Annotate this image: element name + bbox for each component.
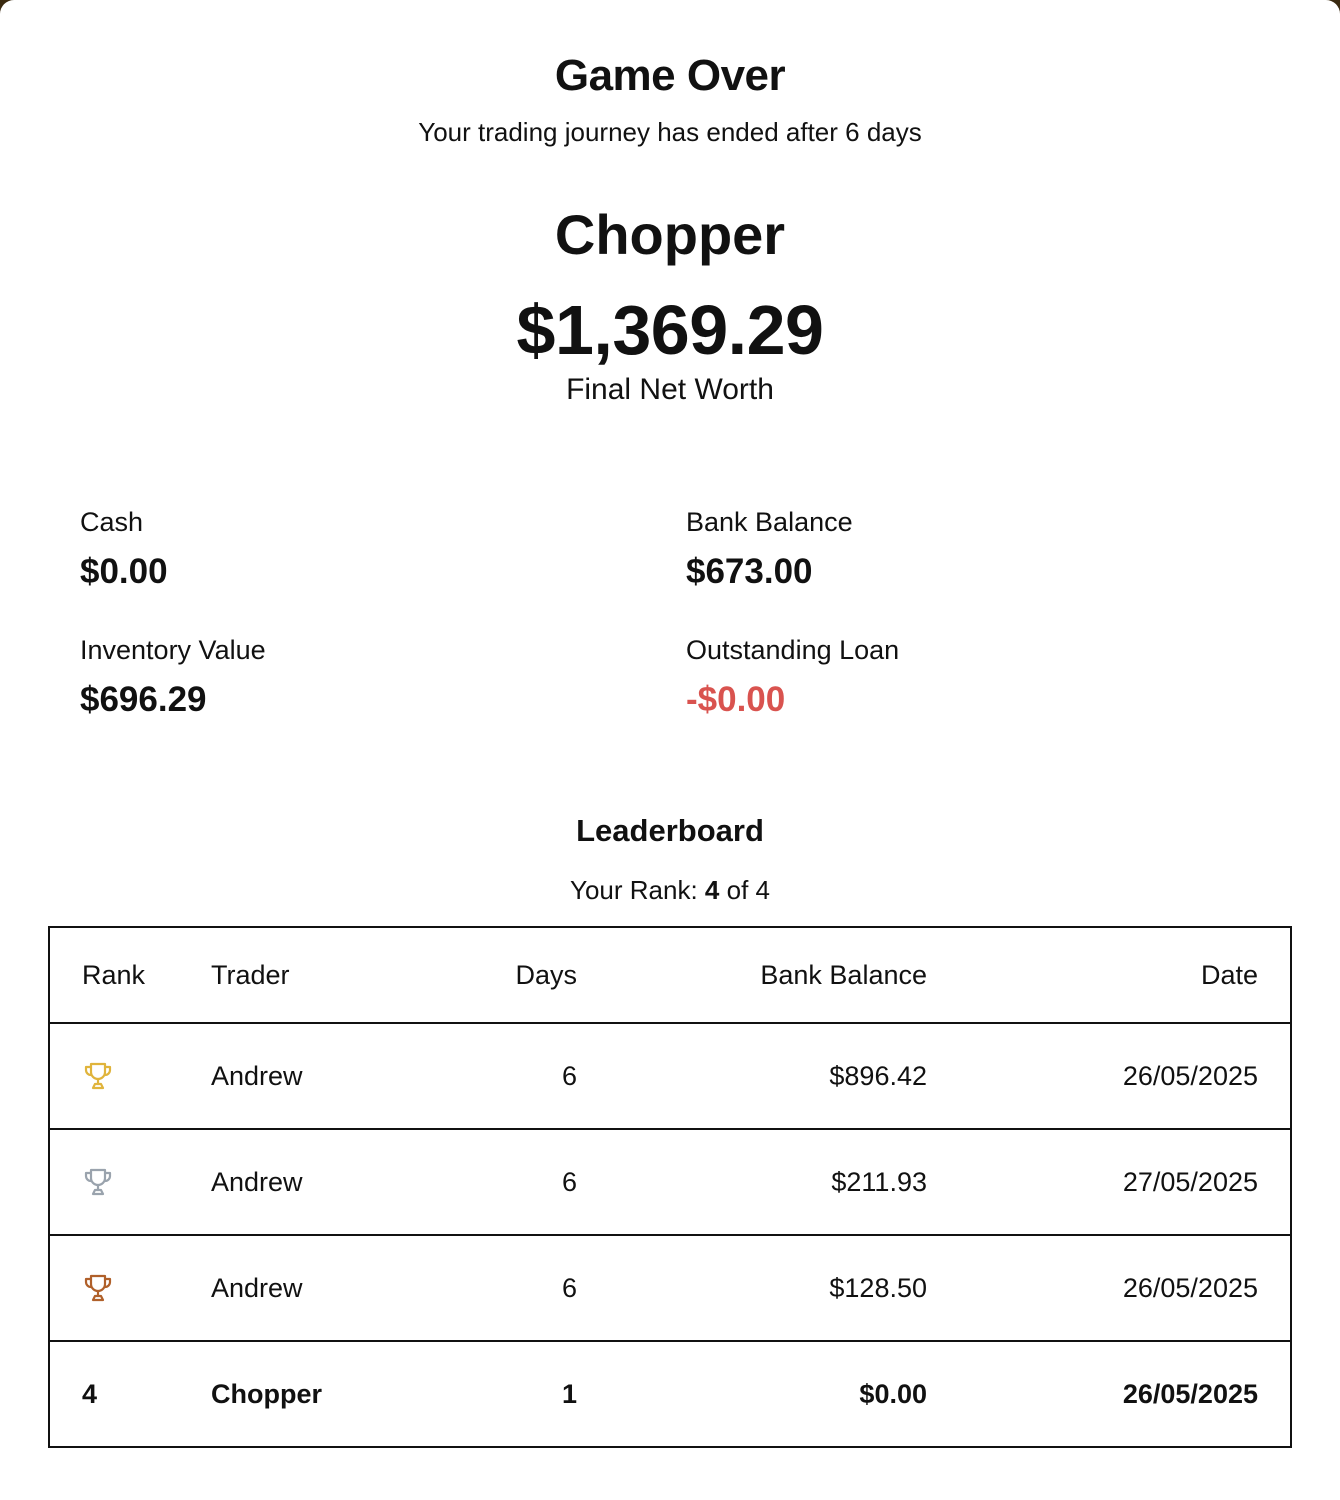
column-header-days: Days [515,959,577,990]
stat-inventory-value: $696.29 [80,680,207,719]
stat-cash: Cash $0.00 [80,505,640,593]
leaderboard-title: Leaderboard [576,813,764,848]
date-cell: 27/05/2025 [1122,1166,1258,1197]
trader-cell: Chopper [211,1378,322,1409]
stat-cash-value: $0.00 [80,552,168,591]
stat-outstanding-loan: Outstanding Loan -$0.00 [686,633,1246,721]
bank-cell: $211.93 [831,1166,927,1197]
column-header-trader: Trader [211,959,290,990]
table-row: Andrew 6 $128.50 26/05/2025 [49,1235,1291,1341]
stat-cash-label: Cash [80,507,144,537]
table-row-current-player: 4 Chopper 1 $0.00 26/05/2025 [49,1341,1291,1447]
days-cell: 6 [561,1166,577,1197]
column-header-bank-balance: Bank Balance [760,959,927,990]
game-over-card: Game Over Your trading journey has ended… [0,0,1340,1500]
your-rank-prefix: Your Rank: [570,875,698,905]
trader-cell: Andrew [211,1060,303,1091]
column-header-date: Date [1200,959,1258,990]
date-cell: 26/05/2025 [1122,1060,1258,1091]
page-subtitle: Your trading journey has ended after 6 d… [418,117,922,147]
stat-loan-label: Outstanding Loan [686,635,900,665]
stat-bank-balance: Bank Balance $673.00 [686,505,1246,593]
your-rank-suffix: of 4 [726,875,770,905]
bronze-trophy-icon [84,1275,112,1302]
stat-inventory-label: Inventory Value [80,635,266,665]
stat-bank-value: $673.00 [686,552,813,591]
column-header-rank: Rank [82,959,146,990]
stat-inventory: Inventory Value $696.29 [80,633,640,721]
date-cell: 26/05/2025 [1122,1378,1258,1409]
rank-cell [49,1235,179,1341]
net-worth-label: Final Net Worth [566,373,774,406]
trader-cell: Andrew [211,1166,303,1197]
bank-cell: $0.00 [859,1378,927,1409]
rank-cell [49,1023,179,1129]
days-cell: 1 [561,1378,577,1409]
stat-loan-value: -$0.00 [686,680,786,719]
days-cell: 6 [561,1272,577,1303]
leaderboard-table: Rank Trader Days Bank Balance Date Andre… [48,926,1292,1448]
date-cell: 26/05/2025 [1122,1272,1258,1303]
rank-cell [49,1129,179,1235]
bank-cell: $128.50 [829,1272,927,1303]
player-name: Chopper [554,203,786,266]
net-worth-value: $1,369.29 [516,291,824,369]
table-row: Andrew 6 $211.93 27/05/2025 [49,1129,1291,1235]
trader-cell: Andrew [211,1272,303,1303]
your-rank: Your Rank: 4 of 4 [0,874,1340,906]
table-header-row: Rank Trader Days Bank Balance Date [49,927,1291,1023]
rank-cell: 4 [82,1378,98,1409]
page-title: Game Over [554,51,786,100]
header: Game Over Your trading journey has ended… [0,0,1340,148]
bank-cell: $896.42 [829,1060,927,1091]
stat-bank-label: Bank Balance [686,507,853,537]
gold-trophy-icon [84,1063,112,1090]
days-cell: 6 [561,1060,577,1091]
silver-trophy-icon [84,1169,112,1196]
table-row: Andrew 6 $896.42 26/05/2025 [49,1023,1291,1129]
your-rank-value: 4 [704,875,720,905]
